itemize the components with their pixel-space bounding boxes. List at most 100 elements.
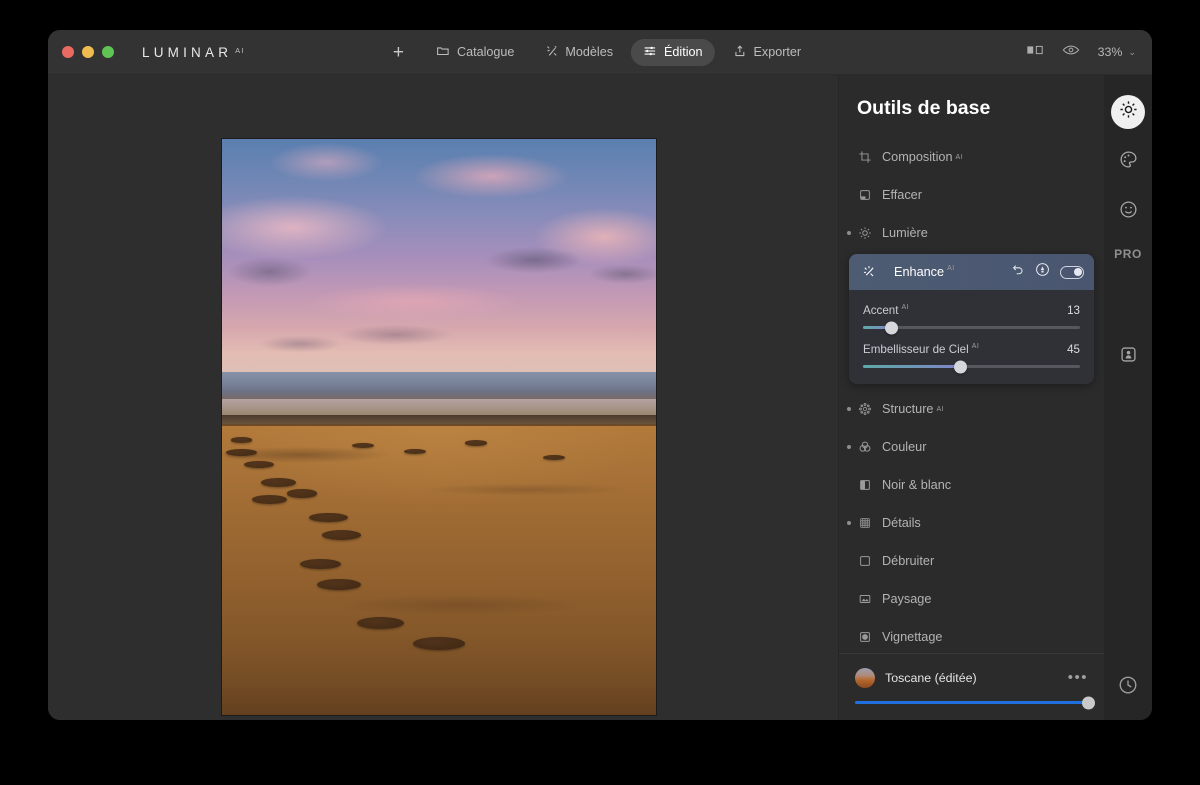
- photo-preview[interactable]: [221, 138, 657, 716]
- tool-item-paysage[interactable]: Paysage: [839, 580, 1104, 618]
- slider-accent: Accent AI 13: [863, 304, 1080, 334]
- slider-sky-label-row: Embellisseur de Ciel AI 45: [863, 343, 1080, 356]
- tool-item-noir-et-blanc[interactable]: Noir & blanc: [839, 466, 1104, 504]
- smiley-icon: [1119, 200, 1138, 224]
- close-button[interactable]: [62, 46, 74, 58]
- mask-brush-icon[interactable]: [1035, 262, 1050, 282]
- slider-sky-fill: [863, 365, 961, 368]
- zoom-value: 33%: [1097, 45, 1123, 59]
- maximize-button[interactable]: [102, 46, 114, 58]
- folder-icon: [436, 44, 450, 61]
- footprint: [230, 437, 253, 443]
- enhance-card-header[interactable]: Enhance AI: [849, 254, 1094, 290]
- slider-sky-handle[interactable]: [954, 360, 968, 373]
- tool-item-details[interactable]: Détails: [839, 504, 1104, 542]
- enhance-card: Enhance AI Accent AI 13 Embellisseur de …: [849, 254, 1094, 384]
- category-rail: PRO: [1104, 75, 1152, 720]
- rail-item-history[interactable]: [1111, 670, 1145, 704]
- modified-dot: [847, 559, 851, 563]
- zoom-selector[interactable]: 33% ⌄: [1098, 45, 1136, 59]
- modified-dot: [847, 231, 851, 235]
- preset-amount-track[interactable]: [855, 696, 1095, 709]
- tool-label: Effacer: [882, 188, 922, 202]
- modified-dot: [847, 597, 851, 601]
- minimize-button[interactable]: [82, 46, 94, 58]
- window-body: Outils de base Composition AI Effacer Lu…: [48, 75, 1152, 720]
- footprint: [352, 443, 374, 449]
- rail-pro-label[interactable]: PRO: [1114, 247, 1142, 261]
- rail-item-portrait[interactable]: [1111, 195, 1145, 229]
- rail-item-layers[interactable]: [1111, 340, 1145, 374]
- tool-item-lumiere[interactable]: Lumière: [839, 214, 1104, 252]
- crop-icon: [857, 149, 873, 165]
- tool-superscript: AI: [955, 153, 964, 161]
- footprint: [308, 512, 348, 523]
- rail-item-essentials[interactable]: [1111, 95, 1145, 129]
- undo-icon[interactable]: [1011, 263, 1025, 282]
- tool-label: Détails: [882, 516, 921, 530]
- tool-label: Couleur: [882, 440, 927, 454]
- nav-item-catalogue[interactable]: Catalogue: [424, 39, 526, 66]
- color-rings-icon: [857, 439, 873, 455]
- tool-item-effacer[interactable]: Effacer: [839, 176, 1104, 214]
- slider-superscript: AI: [901, 304, 910, 312]
- sparkle-icon: [544, 44, 558, 61]
- tool-label: Noir & blanc: [882, 478, 952, 492]
- window-controls: [62, 46, 114, 58]
- tool-label: Débruiter: [882, 554, 935, 568]
- tool-label: Vignettage: [882, 630, 943, 644]
- modified-dot: [847, 483, 851, 487]
- sun-icon: [1119, 100, 1138, 124]
- titlebar-right-controls: 33% ⌄: [1026, 43, 1136, 62]
- layers-portrait-icon: [1119, 345, 1138, 369]
- tool-item-structure[interactable]: Structure AI: [839, 390, 1104, 428]
- footprint: [543, 454, 565, 460]
- add-button[interactable]: +: [387, 43, 418, 62]
- preset-amount-handle[interactable]: [1081, 696, 1095, 709]
- luminar-window: LUMINAR AI + Catalogue Modèles Édition E…: [48, 30, 1152, 720]
- footprint: [243, 460, 275, 469]
- slider-accent-value: 13: [1067, 304, 1080, 317]
- preset-thumbnail[interactable]: [855, 668, 875, 688]
- enhance-toggle[interactable]: [1060, 265, 1084, 279]
- footprint: [465, 440, 487, 446]
- slider-label-text: Accent: [863, 304, 899, 317]
- tool-item-composition[interactable]: Composition AI: [839, 138, 1104, 176]
- preset-row: Toscane (éditée) •••: [855, 668, 1088, 688]
- modified-dot: [847, 155, 851, 159]
- footprint: [261, 477, 296, 487]
- nav-item-modeles[interactable]: Modèles: [532, 39, 625, 66]
- nav-item-exporter[interactable]: Exporter: [721, 39, 814, 66]
- nav-item-edition[interactable]: Édition: [631, 38, 715, 66]
- slider-sky-track[interactable]: [863, 360, 1080, 373]
- eye-icon[interactable]: [1062, 43, 1080, 62]
- tool-item-vignettage[interactable]: Vignettage: [839, 618, 1104, 653]
- rail-item-creative[interactable]: [1111, 145, 1145, 179]
- slider-superscript: AI: [971, 343, 980, 351]
- footprint: [300, 558, 342, 570]
- enhance-card-actions: [1011, 262, 1084, 282]
- modified-dot: [847, 445, 851, 449]
- slider-label-text: Embellisseur de Ciel: [863, 343, 969, 356]
- app-brand: LUMINAR AI: [142, 45, 245, 60]
- square-icon: [857, 553, 873, 569]
- preset-menu-button[interactable]: •••: [1068, 670, 1088, 685]
- tool-label: Paysage: [882, 592, 932, 606]
- enhance-superscript: AI: [947, 265, 955, 272]
- tool-item-debruiter[interactable]: Débruiter: [839, 542, 1104, 580]
- tool-item-couleur[interactable]: Couleur: [839, 428, 1104, 466]
- modified-dot: [847, 193, 851, 197]
- enhance-sparkle-icon: [861, 264, 877, 280]
- preset-name: Toscane (éditée): [885, 671, 977, 685]
- slider-accent-handle[interactable]: [884, 321, 898, 334]
- sliders-icon: [643, 44, 657, 61]
- compare-icon[interactable]: [1026, 43, 1044, 62]
- bw-icon: [857, 477, 873, 493]
- slider-accent-track[interactable]: [863, 321, 1080, 334]
- tool-label: Composition: [882, 150, 953, 164]
- nav-label: Modèles: [565, 45, 614, 59]
- chevron-down-icon: ⌄: [1128, 46, 1136, 57]
- image-canvas[interactable]: [48, 75, 838, 720]
- photo-beach: [222, 425, 656, 715]
- photo-sea: [222, 372, 656, 399]
